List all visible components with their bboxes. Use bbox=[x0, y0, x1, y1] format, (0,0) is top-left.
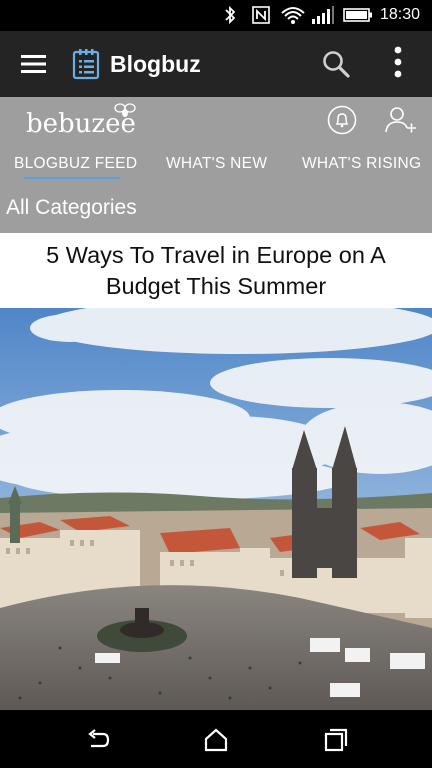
search-icon[interactable] bbox=[321, 49, 351, 79]
clock: 18:30 bbox=[379, 6, 420, 23]
home-icon[interactable] bbox=[201, 725, 231, 755]
status-bar: 18:30 bbox=[0, 0, 432, 31]
article-card[interactable]: 5 Ways To Travel in Europe on A Budget T… bbox=[0, 233, 432, 308]
back-icon[interactable] bbox=[83, 725, 113, 755]
add-user-icon[interactable] bbox=[385, 106, 417, 134]
overflow-menu-icon[interactable] bbox=[390, 45, 406, 81]
system-nav-bar bbox=[0, 710, 432, 768]
signal-icon bbox=[312, 6, 334, 24]
bluetooth-icon bbox=[225, 5, 236, 25]
tab-whats-rising[interactable]: WHAT'S RISING bbox=[302, 155, 421, 173]
battery-icon bbox=[343, 8, 372, 22]
feed-tabs: BLOGBUZ FEED WHAT'S NEW WHAT'S RISING bbox=[0, 155, 432, 185]
tab-whats-new[interactable]: WHAT'S NEW bbox=[166, 155, 267, 173]
recents-icon[interactable] bbox=[321, 725, 351, 755]
app-logo-icon bbox=[72, 49, 100, 80]
feed-header: bebuzee BLOGBUZ FEED WHAT'S NEW WHAT'S R… bbox=[0, 97, 432, 233]
bee-logo-icon bbox=[114, 103, 136, 117]
wifi-icon bbox=[281, 7, 305, 24]
menu-icon[interactable] bbox=[21, 53, 46, 75]
tab-blogbuz-feed[interactable]: BLOGBUZ FEED bbox=[14, 155, 137, 173]
app-title: Blogbuz bbox=[110, 51, 201, 77]
category-selector[interactable]: All Categories bbox=[6, 196, 137, 220]
article-image[interactable] bbox=[0, 308, 432, 710]
notifications-bell-icon[interactable] bbox=[327, 105, 357, 135]
nfc-icon bbox=[252, 6, 270, 24]
article-title[interactable]: 5 Ways To Travel in Europe on A Budget T… bbox=[18, 240, 414, 302]
app-bar: Blogbuz bbox=[0, 31, 432, 97]
active-tab-indicator bbox=[24, 177, 120, 179]
